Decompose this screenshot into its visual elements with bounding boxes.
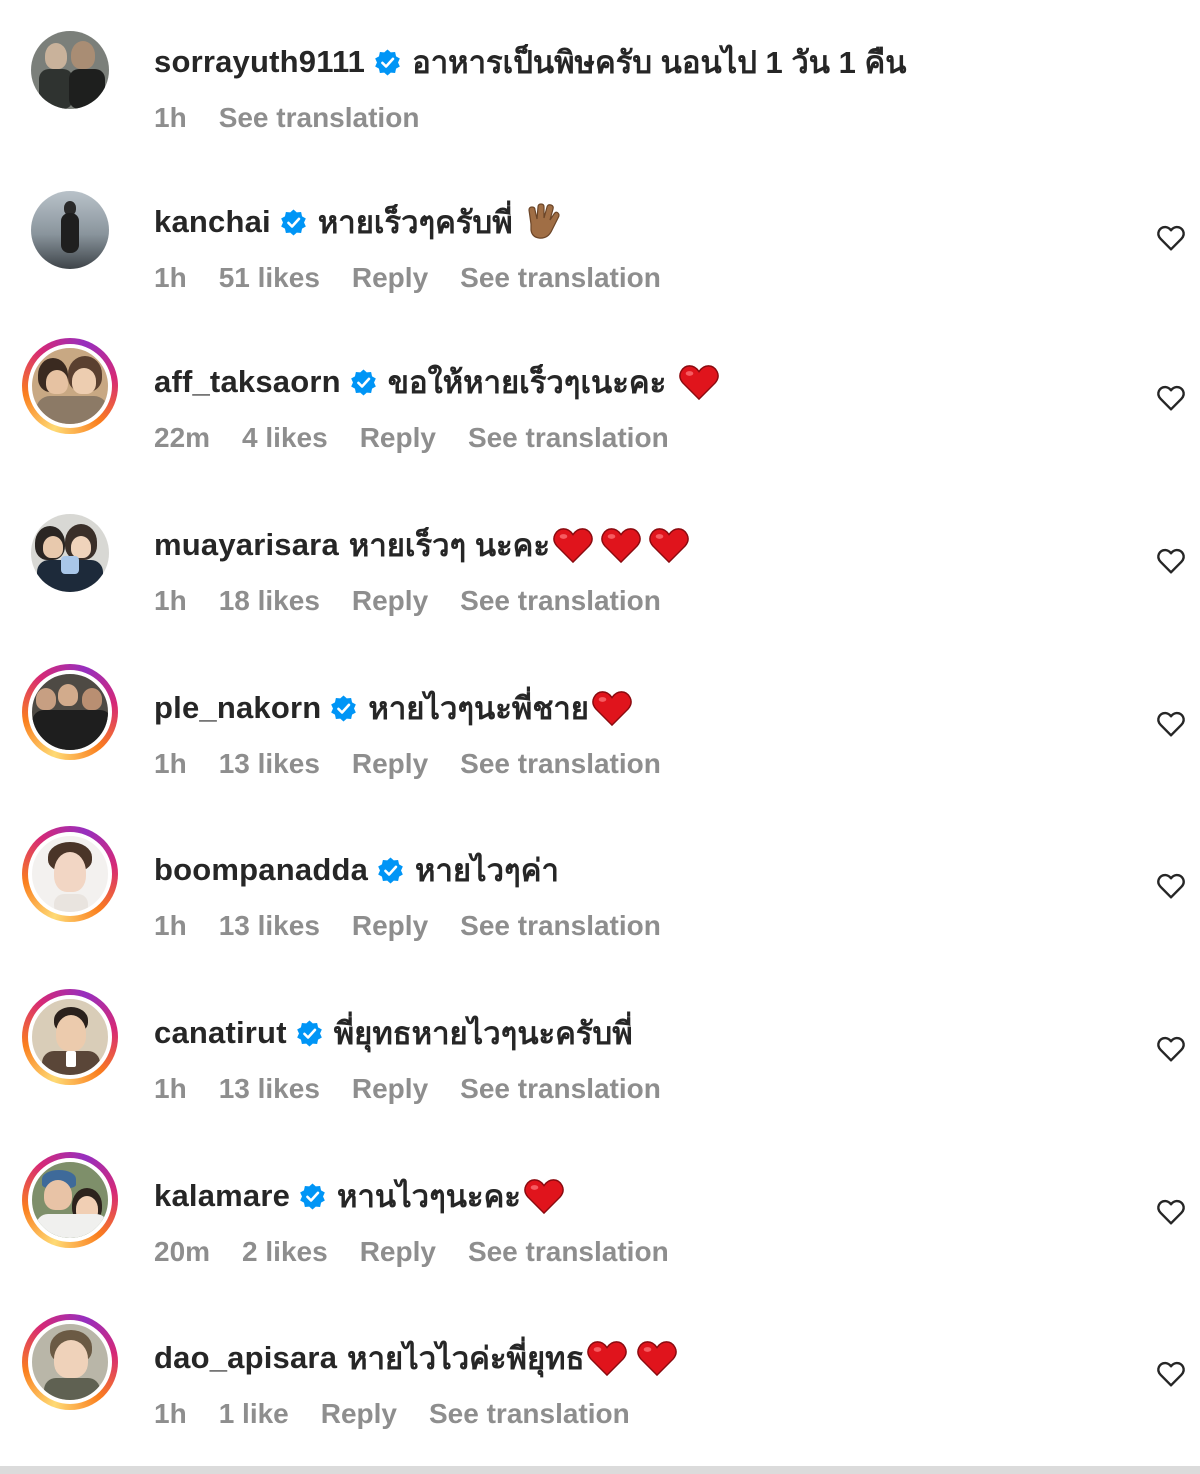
vulcan-salute-emoji-icon <box>528 203 560 239</box>
heart-outline-icon[interactable] <box>1155 1196 1187 1228</box>
reply-button[interactable]: Reply <box>360 422 436 454</box>
avatar[interactable] <box>22 182 118 278</box>
comment-text: หายไวไวค่ะพี่ยุทธ <box>347 1341 585 1376</box>
reply-button[interactable]: Reply <box>360 1236 436 1268</box>
avatar[interactable] <box>22 338 118 434</box>
avatar[interactable] <box>22 1314 118 1410</box>
comment-text: หายไวๆนะพี่ชาย <box>368 691 589 726</box>
avatar[interactable] <box>22 505 118 601</box>
red-heart-emoji-icon <box>553 528 593 564</box>
comment-likes[interactable]: 2 likes <box>242 1236 328 1268</box>
comment-item: boompanadda หายไวๆค่า 1h 13 likes Reply … <box>0 826 1200 986</box>
comment-username[interactable]: canatirut <box>154 1015 287 1051</box>
heart-outline-icon[interactable] <box>1155 708 1187 740</box>
comment-time: 1h <box>154 910 187 941</box>
comment-time: 1h <box>154 1073 187 1104</box>
red-heart-emoji-icon <box>649 528 689 564</box>
heart-outline-icon[interactable] <box>1155 545 1187 577</box>
comment-time: 20m <box>154 1236 211 1267</box>
red-heart-emoji-icon <box>679 365 720 401</box>
verified-badge-icon <box>350 368 376 396</box>
comment-time: 1h <box>154 1398 187 1429</box>
comment-item: muayarisara หายเร็วๆ นะคะ 1h 18 likes Re… <box>0 501 1200 661</box>
comment-likes[interactable]: 1 like <box>219 1398 289 1430</box>
red-heart-emoji-icon <box>592 691 632 727</box>
see-translation-link[interactable]: See translation <box>468 422 669 454</box>
reply-button[interactable]: Reply <box>321 1398 397 1430</box>
comment-likes[interactable]: 18 likes <box>219 585 320 617</box>
comment-item: kalamare หานไวๆนะคะ 20m 2 likes Reply Se… <box>0 1152 1200 1312</box>
comment-text: พี่ยุทธหายไวๆนะครับพี่ <box>333 1016 633 1051</box>
see-translation-link[interactable]: See translation <box>429 1398 630 1430</box>
comment-likes[interactable]: 51 likes <box>219 262 320 294</box>
comment-likes[interactable]: 13 likes <box>219 910 320 942</box>
comment-username[interactable]: boompanadda <box>154 852 368 888</box>
verified-badge-icon <box>300 1182 325 1210</box>
reply-button[interactable]: Reply <box>352 585 428 617</box>
bottom-divider <box>0 1466 1200 1474</box>
comment-likes[interactable]: 13 likes <box>219 1073 320 1105</box>
reply-button[interactable]: Reply <box>352 748 428 780</box>
avatar[interactable] <box>22 664 118 760</box>
see-translation-link[interactable]: See translation <box>460 585 661 617</box>
avatar[interactable] <box>22 22 118 118</box>
verified-badge-icon <box>281 208 306 236</box>
comment-username[interactable]: dao_apisara <box>154 1340 337 1376</box>
see-translation-link[interactable]: See translation <box>468 1236 669 1268</box>
comment-username[interactable]: ple_nakorn <box>154 690 321 726</box>
heart-outline-icon[interactable] <box>1155 1033 1187 1065</box>
comment-username[interactable]: muayarisara <box>154 527 339 563</box>
verified-badge-icon <box>375 48 400 76</box>
comment-text: อาหารเป็นพิษครับ นอนไป 1 วัน 1 คืน <box>412 45 907 80</box>
see-translation-link[interactable]: See translation <box>460 748 661 780</box>
comments-list: sorrayuth9111 อาหารเป็นพิษครับ นอนไป 1 ว… <box>0 0 1200 1474</box>
heart-outline-icon[interactable] <box>1155 222 1187 254</box>
red-heart-emoji-icon <box>637 1341 678 1377</box>
comment-username[interactable]: kanchai <box>154 204 271 240</box>
comment-username[interactable]: aff_taksaorn <box>154 364 341 400</box>
comment-item: dao_apisara หายไวไวค่ะพี่ยุทธ 1h 1 like … <box>0 1314 1200 1474</box>
red-heart-emoji-icon <box>524 1179 564 1215</box>
heart-outline-icon[interactable] <box>1155 1358 1187 1390</box>
reply-button[interactable]: Reply <box>352 910 428 942</box>
comment-username[interactable]: kalamare <box>154 1178 290 1214</box>
comment-item: aff_taksaorn ขอให้หายเร็วๆเนะคะ 22m 4 li… <box>0 338 1200 498</box>
comment-text: หายเร็วๆ นะคะ <box>348 528 551 563</box>
see-translation-link[interactable]: See translation <box>460 1073 661 1105</box>
red-heart-emoji-icon <box>587 1341 628 1377</box>
comment-text: หายเร็วๆครับพี่ <box>317 205 513 240</box>
avatar[interactable] <box>22 826 118 922</box>
verified-badge-icon <box>331 694 357 722</box>
heart-outline-icon[interactable] <box>1155 870 1187 902</box>
verified-badge-icon <box>296 1019 322 1047</box>
comment-time: 1h <box>154 262 187 293</box>
avatar[interactable] <box>22 1152 118 1248</box>
reply-button[interactable]: Reply <box>352 1073 428 1105</box>
comment-item: ple_nakorn หายไวๆนะพี่ชาย 1h 13 likes Re… <box>0 664 1200 824</box>
avatar[interactable] <box>22 989 118 1085</box>
comment-text: ขอให้หายเร็วๆเนะคะ <box>387 365 667 400</box>
comment-username[interactable]: sorrayuth9111 <box>154 44 365 80</box>
red-heart-emoji-icon <box>601 528 641 564</box>
reply-button[interactable]: Reply <box>352 262 428 294</box>
see-translation-link[interactable]: See translation <box>460 910 661 942</box>
comment-time: 1h <box>154 748 187 779</box>
comment-likes[interactable]: 13 likes <box>219 748 320 780</box>
comment-item: canatirut พี่ยุทธหายไวๆนะครับพี่ 1h 13 l… <box>0 989 1200 1149</box>
comment-likes[interactable]: 4 likes <box>242 422 328 454</box>
see-translation-link[interactable]: See translation <box>219 102 420 134</box>
comment-item: kanchai หายเร็วๆครับพี่ 1h 51 likes Repl… <box>0 178 1200 338</box>
comment-text: หานไวๆนะคะ <box>337 1179 521 1214</box>
comment-text: หายไวๆค่า <box>415 853 559 888</box>
see-translation-link[interactable]: See translation <box>460 262 661 294</box>
heart-outline-icon[interactable] <box>1155 382 1187 414</box>
comment-time: 1h <box>154 102 187 133</box>
comment-item: sorrayuth9111 อาหารเป็นพิษครับ นอนไป 1 ว… <box>0 18 1200 178</box>
verified-badge-icon <box>378 856 403 884</box>
comment-time: 22m <box>154 422 211 453</box>
comment-time: 1h <box>154 585 187 616</box>
